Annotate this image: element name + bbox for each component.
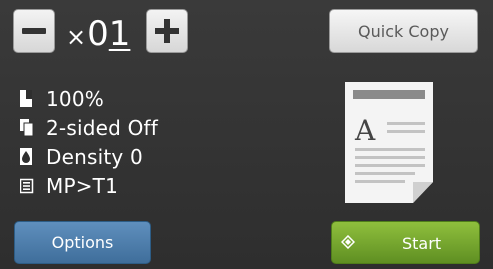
setting-enlarge-reduce: 100% <box>20 85 158 113</box>
setting-density: Density 0 <box>20 143 158 171</box>
copy-settings-list: 100% 2-sided Off Density 0 MP>T1 <box>19 85 158 201</box>
document-preview-icon: A <box>345 82 433 203</box>
copy-screen: × 0 1 Quick Copy 100% 2-sided Off Densit… <box>0 0 493 269</box>
decrease-copies-button[interactable] <box>13 9 55 53</box>
setting-label: MP>T1 <box>46 174 119 198</box>
minus-icon <box>22 28 46 34</box>
start-diamond-icon <box>340 234 356 250</box>
setting-tray: MP>T1 <box>19 172 158 200</box>
enlarge-icon <box>20 90 34 108</box>
setting-label: 100% <box>46 87 104 111</box>
start-button[interactable]: Start <box>331 221 480 264</box>
setting-2-sided: 2-sided Off <box>20 114 158 142</box>
copies-multiplier: × <box>66 23 87 51</box>
quick-copy-button[interactable]: Quick Copy <box>329 9 478 53</box>
setting-label: Density 0 <box>46 145 143 169</box>
two-sided-icon <box>20 119 34 137</box>
copies-count: × 0 1 <box>66 12 130 52</box>
copies-digit-ones: 1 <box>108 14 131 54</box>
setting-label: 2-sided Off <box>46 116 158 140</box>
plus-icon <box>155 19 179 43</box>
start-label: Start <box>402 234 442 253</box>
increase-copies-button[interactable] <box>146 9 188 53</box>
options-button[interactable]: Options <box>14 221 151 264</box>
tray-list-icon <box>19 177 34 195</box>
copies-digit-tens: 0 <box>87 14 109 54</box>
density-drop-icon <box>20 148 34 166</box>
preview-letter: A <box>354 114 376 147</box>
